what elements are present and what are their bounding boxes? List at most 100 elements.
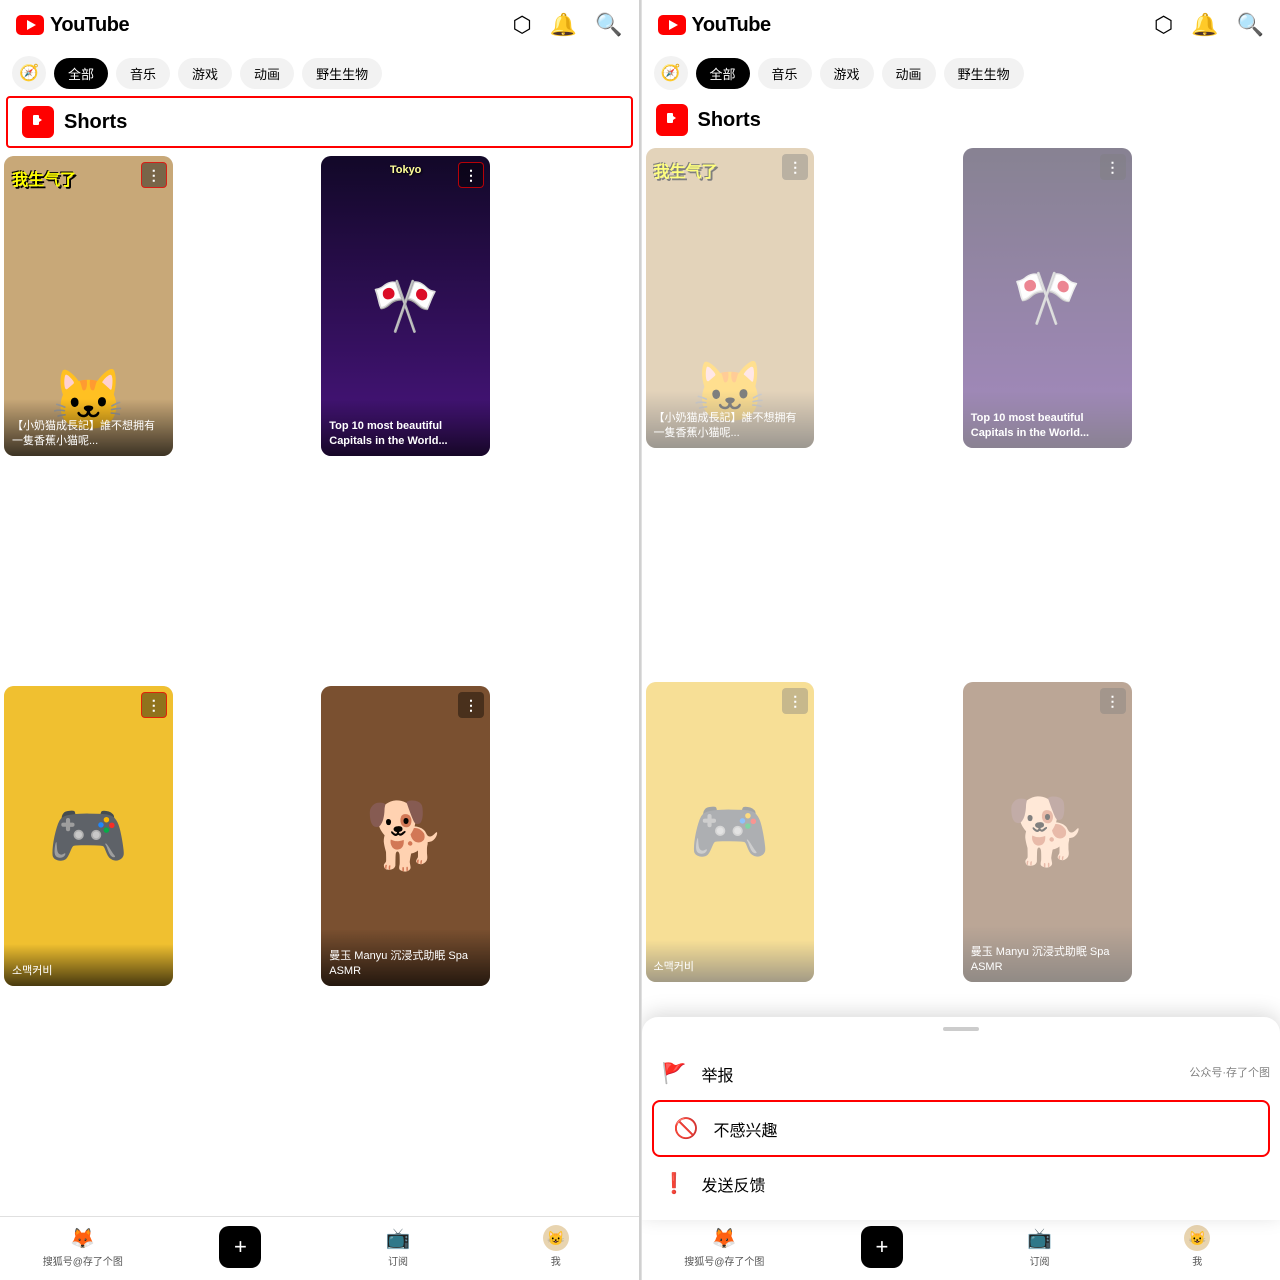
right-tab-games[interactable]: 游戏 [820,58,874,89]
search-icon[interactable]: 🔍 [595,12,622,38]
nav-item-add[interactable]: + [162,1226,320,1268]
right-subscriptions-label: 订阅 [1030,1253,1050,1268]
left-filter-tabs: 🧭 全部 音乐 游戏 动画 野生生物 [0,50,639,96]
bottom-sheet: 🚩 举报 🚫 不感兴趣 ❗ 发送反馈 [642,1017,1280,1220]
nav-item-subscriptions[interactable]: 📺 订阅 [319,1226,477,1268]
shorts-logo-left [22,106,54,138]
right-header: YouTube ⬡ 🔔 🔍 [642,0,1280,50]
not-interested-label: 不感兴趣 [714,1117,778,1141]
subscriptions-label: 订阅 [388,1253,408,1268]
video-card-anime[interactable]: 🎌 Tokyo ⋮ Top 10 most beautiful Capitals… [321,156,490,456]
video-card-dog[interactable]: 🐕 ⋮ 曼玉 Manyu 沉浸式助眠 Spa ASMR [321,686,490,986]
right-watermark: 公众号·存了个图 [1189,1064,1270,1080]
anime-title: Top 10 most beautiful Capitals in the Wo… [321,399,490,456]
right-more-btn-kirby[interactable]: ⋮ [782,688,808,714]
right-dog-title: 曼玉 Manyu 沉浸式助眠 Spa ASMR [963,925,1132,982]
right-logo: YouTube [658,14,771,37]
right-video-card-cat[interactable]: 🐱 我生气了 ⋮ 【小奶猫成長記】誰不想拥有一隻香蕉小猫呢... [646,148,815,448]
subscriptions-icon: 📺 [386,1226,411,1251]
me-label: 我 [551,1253,561,1268]
right-avatar-icon: 😺 [1184,1225,1210,1251]
ban-icon: 🚫 [674,1116,698,1141]
youtube-icon [16,15,44,35]
right-nav-item-me[interactable]: 😺 我 [1118,1225,1276,1268]
right-bottom-nav: 🦊 搜狐号@存了个图 + 📺 订阅 😺 我 [642,1216,1280,1280]
right-brand-icon: 🦊 [712,1226,737,1251]
right-nav-item-brand[interactable]: 🦊 搜狐号@存了个图 [646,1226,804,1268]
sheet-item-feedback[interactable]: ❗ 发送反馈 [642,1157,1280,1210]
brand-icon: 🦊 [70,1226,95,1251]
right-more-btn-dog[interactable]: ⋮ [1100,688,1126,714]
sheet-item-report[interactable]: 🚩 举报 [642,1047,1280,1100]
right-nav-item-subscriptions[interactable]: 📺 订阅 [961,1226,1119,1268]
right-anime-title: Top 10 most beautiful Capitals in the Wo… [963,391,1132,448]
youtube-icon-right [658,15,686,35]
bell-icon[interactable]: 🔔 [550,12,577,38]
right-more-btn-cat[interactable]: ⋮ [782,154,808,180]
cat-chinese-label: 我生气了 [12,166,76,190]
avatar-icon: 😺 [543,1225,569,1251]
tab-all[interactable]: 全部 [54,58,108,89]
add-button[interactable]: + [219,1226,261,1268]
shorts-logo-right [656,104,688,136]
main-container: YouTube ⬡ 🔔 🔍 🧭 全部 音乐 游戏 动画 野生生物 Shorts [0,0,1280,1280]
right-subscriptions-icon: 📺 [1027,1226,1052,1251]
right-video-card-dog[interactable]: 🐕 ⋮ 曼玉 Manyu 沉浸式助眠 Spa ASMR [963,682,1132,982]
right-video-card-kirby[interactable]: 🎮 ⋮ 소맥커비 [646,682,815,982]
tab-anime[interactable]: 动画 [240,58,294,89]
report-label: 举报 [702,1062,734,1086]
right-me-label: 我 [1192,1253,1202,1268]
left-video-grid: 🐱 我生气了 ⋮ 【小奶猫成長記】誰不想拥有一隻香蕉小猫呢... 🎌 Tokyo… [0,152,639,1216]
right-cat-title: 【小奶猫成長記】誰不想拥有一隻香蕉小猫呢... [646,391,815,448]
right-youtube-logo-text: YouTube [692,14,771,37]
right-kirby-title: 소맥커비 [646,940,815,982]
right-tab-all[interactable]: 全部 [696,58,750,89]
left-logo: YouTube [16,14,129,37]
more-btn-anime[interactable]: ⋮ [458,162,484,188]
right-brand-label: 搜狐号@存了个图 [684,1253,764,1268]
sheet-handle [943,1027,979,1031]
tab-wildlife[interactable]: 野生生物 [302,58,382,89]
compass-icon[interactable]: 🧭 [12,56,46,90]
dog-title: 曼玉 Manyu 沉浸式助眠 Spa ASMR [321,929,490,986]
tab-games[interactable]: 游戏 [178,58,232,89]
cat-title: 【小奶猫成長記】誰不想拥有一隻香蕉小猫呢... [4,399,173,456]
right-search-icon[interactable]: 🔍 [1237,12,1264,38]
left-panel: YouTube ⬡ 🔔 🔍 🧭 全部 音乐 游戏 动画 野生生物 Shorts [0,0,639,1280]
right-tab-wildlife[interactable]: 野生生物 [944,58,1024,89]
kirby-title: 소맥커비 [4,944,173,986]
tab-music[interactable]: 音乐 [116,58,170,89]
more-btn-cat[interactable]: ⋮ [141,162,167,188]
video-card-cat[interactable]: 🐱 我生气了 ⋮ 【小奶猫成長記】誰不想拥有一隻香蕉小猫呢... [4,156,173,456]
more-btn-dog[interactable]: ⋮ [458,692,484,718]
left-bottom-nav: 🦊 搜狐号@存了个图 + 📺 订阅 😺 我 [0,1216,639,1280]
right-cast-icon[interactable]: ⬡ [1154,12,1173,38]
left-header-icons: ⬡ 🔔 🔍 [512,12,622,38]
right-tab-anime[interactable]: 动画 [882,58,936,89]
feedback-icon: ❗ [662,1171,686,1196]
right-more-btn-anime[interactable]: ⋮ [1100,154,1126,180]
sheet-item-not-interested[interactable]: 🚫 不感兴趣 [652,1100,1271,1157]
right-cat-chinese-label: 我生气了 [654,158,718,182]
right-filter-tabs: 🧭 全部 音乐 游戏 动画 野生生物 [642,50,1280,96]
youtube-logo-text: YouTube [50,14,129,37]
right-bell-icon[interactable]: 🔔 [1191,12,1218,38]
brand-label: 搜狐号@存了个图 [43,1253,123,1268]
video-card-kirby[interactable]: 🎮 ⋮ 소맥커비 [4,686,173,986]
nav-item-brand[interactable]: 🦊 搜狐号@存了个图 [4,1226,162,1268]
right-add-button[interactable]: + [861,1226,903,1268]
right-video-card-anime[interactable]: 🎌 ⋮ Top 10 most beautiful Capitals in th… [963,148,1132,448]
right-nav-item-add[interactable]: + [803,1226,961,1268]
cast-icon[interactable]: ⬡ [512,12,531,38]
right-shorts-title: Shorts [698,109,761,132]
left-shorts-title: Shorts [64,111,127,134]
right-shorts-header: Shorts [642,96,1280,144]
right-compass-icon[interactable]: 🧭 [654,56,688,90]
right-header-icons: ⬡ 🔔 🔍 [1154,12,1264,38]
feedback-label: 发送反馈 [702,1172,766,1196]
more-btn-kirby[interactable]: ⋮ [141,692,167,718]
right-tab-music[interactable]: 音乐 [758,58,812,89]
left-header: YouTube ⬡ 🔔 🔍 [0,0,639,50]
nav-item-me[interactable]: 😺 我 [477,1225,635,1268]
flag-icon: 🚩 [662,1061,686,1086]
